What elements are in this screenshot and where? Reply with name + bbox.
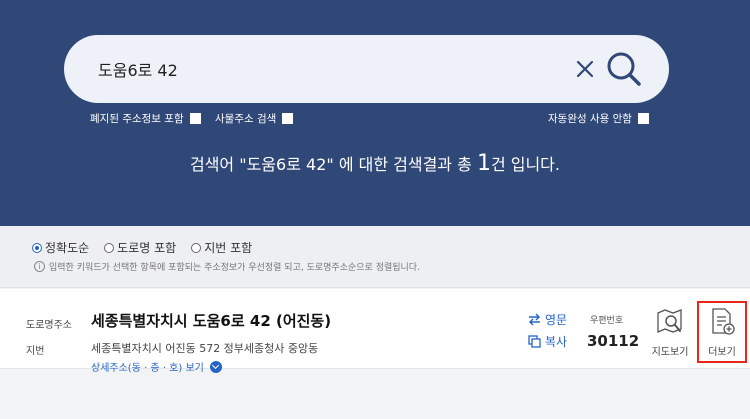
sort-accuracy-label: 정확도순 xyxy=(45,241,90,255)
search-input[interactable] xyxy=(98,55,558,83)
detail-address-link[interactable]: 상세주소(동 · 층 · 호) 보기 xyxy=(91,359,222,374)
result-count: 1 xyxy=(476,151,491,176)
radio-road-name[interactable] xyxy=(104,242,115,253)
result-summary-prefix: 검색어 "도움6로 42" 에 대한 검색결과 총 xyxy=(189,155,477,174)
highlight-box xyxy=(697,301,747,363)
sort-accuracy[interactable]: 정확도순 xyxy=(32,239,89,256)
sort-jibun-label: 지번 포함 xyxy=(204,241,253,255)
zip-code-label: 우편번호 xyxy=(590,316,624,326)
road-address-label: 도로명주소 xyxy=(26,320,72,331)
option-object-address-label: 사물주소 검색 xyxy=(215,113,277,125)
zip-code: 30112 xyxy=(587,332,640,350)
checkbox-autocomplete[interactable] xyxy=(637,113,649,124)
swap-arrows-icon xyxy=(529,313,540,326)
copy-button[interactable]: 복사 xyxy=(528,333,567,350)
radio-accuracy[interactable] xyxy=(32,242,42,253)
search-box xyxy=(64,35,669,103)
jibun-address: 세종특별자치시 어진동 572 정부세종청사 중앙동 xyxy=(91,342,319,355)
option-abolished-label: 폐지된 주소정보 포함 xyxy=(90,113,184,125)
result-summary: 검색어 "도움6로 42" 에 대한 검색결과 총 1건 입니다. xyxy=(0,151,750,176)
jibun-label: 지번 xyxy=(26,346,45,357)
checkbox-abolished[interactable] xyxy=(189,113,201,124)
map-view-button[interactable]: 지도보기 xyxy=(646,303,694,359)
sort-notice: i 입력한 키워드가 선택한 항목에 포함되는 주소정보가 우선정렬 되고, 도… xyxy=(34,260,420,273)
option-abolished: 폐지된 주소정보 포함 xyxy=(90,111,201,126)
road-address: 세종특별자치시 도움6로 42 (어진동) xyxy=(91,312,332,330)
info-icon: i xyxy=(34,261,45,272)
option-autocomplete: 자동완성 사용 안함 xyxy=(548,111,649,126)
checkbox-object-address[interactable] xyxy=(282,113,294,124)
sort-filter-bar: 정확도순 도로명 포함 지번 포함 i 입력한 키워드가 선택한 항목에 포함되… xyxy=(0,226,750,288)
radio-jibun[interactable] xyxy=(191,242,202,253)
close-icon[interactable] xyxy=(573,57,597,81)
option-autocomplete-label: 자동완성 사용 안함 xyxy=(548,113,632,125)
map-icon xyxy=(657,309,682,333)
result-card: 도로명주소 세종특별자치시 도움6로 42 (어진동) 지번 세종특별자치시 어… xyxy=(0,289,750,374)
sort-options: 정확도순 도로명 포함 지번 포함 xyxy=(32,239,267,256)
sort-road-name[interactable]: 도로명 포함 xyxy=(104,239,176,256)
option-object-address: 사물주소 검색 xyxy=(215,111,294,126)
copy-button-label: 복사 xyxy=(545,335,568,349)
search-icon[interactable] xyxy=(604,49,644,89)
detail-address-link-label: 상세주소(동 · 층 · 호) 보기 xyxy=(91,363,204,374)
sort-road-name-label: 도로명 포함 xyxy=(117,241,177,255)
chevron-down-icon xyxy=(209,360,222,373)
sort-jibun[interactable]: 지번 포함 xyxy=(191,239,252,256)
result-summary-suffix: 건 입니다. xyxy=(490,155,560,174)
sort-notice-text: 입력한 키워드가 선택한 항목에 포함되는 주소정보가 우선정렬 되고, 도로명… xyxy=(49,263,420,273)
english-button-label: 영문 xyxy=(545,313,568,327)
search-hero: 폐지된 주소정보 포함 사물주소 검색 자동완성 사용 안함 검색어 "도움6로… xyxy=(0,0,750,226)
map-view-label: 지도보기 xyxy=(651,347,689,358)
copy-icon xyxy=(528,335,541,348)
english-button[interactable]: 영문 xyxy=(528,311,567,328)
